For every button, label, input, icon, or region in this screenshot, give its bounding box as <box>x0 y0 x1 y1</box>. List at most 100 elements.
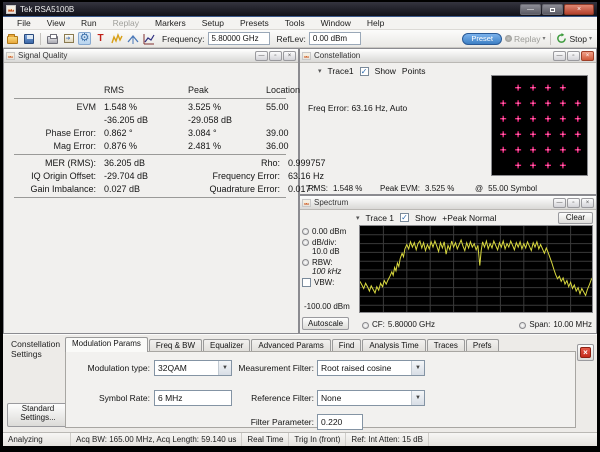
trigger-icon[interactable]: T <box>94 32 107 45</box>
close-button[interactable]: × <box>564 4 594 15</box>
reference-filter-label: Reference Filter: <box>226 393 314 403</box>
panel-maximize-button[interactable]: ▫ <box>269 51 282 61</box>
show-checkbox[interactable]: ✓ <box>400 213 409 222</box>
span-value[interactable]: 10.00 MHz <box>553 320 592 329</box>
at-symbol: @ <box>475 184 483 193</box>
cf-value[interactable]: 5.80000 GHz <box>388 320 435 329</box>
dbdiv-spinner-icon[interactable] <box>302 239 309 246</box>
signal-quality-title: Signal Quality <box>18 51 67 60</box>
panel-minimize-button[interactable]: — <box>553 198 566 208</box>
status-trig: Trig In (front) <box>289 433 346 446</box>
dbdiv-label: dB/div: <box>312 238 336 247</box>
signal-quality-table: RMS Peak Location EVM 1.548 % 3.525 % 55… <box>14 85 286 201</box>
restore-button[interactable] <box>542 4 563 15</box>
cf-spinner-icon[interactable] <box>362 322 369 329</box>
divider <box>14 154 286 155</box>
preset-button[interactable]: Preset <box>462 33 502 45</box>
show-checkbox[interactable]: ✓ <box>360 67 369 76</box>
top-ref-value[interactable]: 0.00 dBm <box>312 227 346 236</box>
span-spinner-icon[interactable] <box>519 322 526 329</box>
spectrum-panel: Spectrum — ▫ × ▾ Trace 1 ✓ Show +Peak No… <box>299 195 597 334</box>
reflev-input[interactable]: 0.00 dBm <box>309 32 361 45</box>
chevron-down-icon[interactable]: ▾ <box>318 67 322 75</box>
measurement-filter-select[interactable]: Root raised cosine ▼ <box>317 360 425 376</box>
panel-minimize-button[interactable]: — <box>553 51 566 61</box>
menu-tools[interactable]: Tools <box>277 18 313 28</box>
symbol-rate-input[interactable]: 6 MHz <box>154 390 232 406</box>
clear-button[interactable]: Clear <box>558 212 593 224</box>
trace-selector[interactable]: Trace 1 <box>366 213 395 223</box>
detector-label[interactable]: +Peak Normal <box>442 213 496 223</box>
settings-tabs: Modulation Params Freq & BW Equalizer Ad… <box>65 337 500 352</box>
standard-settings-button[interactable]: Standard Settings... <box>7 403 69 427</box>
menu-view[interactable]: View <box>39 18 73 28</box>
frequency-input[interactable]: 5.80000 GHz <box>208 32 270 45</box>
minimize-button[interactable]: — <box>520 4 541 15</box>
save-icon[interactable] <box>22 32 35 45</box>
constellation-titlebar[interactable]: Constellation — ▫ × <box>300 49 596 63</box>
constellation-footer: RMS: 1.548 % Peak EVM: 3.525 % @ 55.00 S… <box>308 184 592 193</box>
trace-selector[interactable]: Trace1 <box>328 66 354 76</box>
filter-parameter-input[interactable]: 0.220 <box>317 414 363 430</box>
open-file-icon[interactable] <box>6 32 19 45</box>
measurement-filter-label: Measurement Filter: <box>226 363 314 373</box>
chevron-down-icon[interactable]: ▾ <box>356 214 360 222</box>
status-ref-atten: Ref: Int Atten: 15 dB <box>346 433 429 446</box>
panel-maximize-button[interactable]: ▫ <box>567 51 580 61</box>
menu-presets[interactable]: Presets <box>232 18 277 28</box>
tab-modulation-params[interactable]: Modulation Params <box>65 337 148 352</box>
stop-dropdown-icon[interactable]: ▾ <box>589 35 592 42</box>
restore-icon <box>550 8 555 12</box>
stop-button[interactable]: Stop ▾ <box>556 33 592 44</box>
rbw-label: RBW: <box>312 258 333 267</box>
spectrum-body: 0.00 dBm dB/div: 10.0 dB <box>300 225 596 333</box>
menu-file[interactable]: File <box>9 18 39 28</box>
col-location: Location <box>266 85 300 95</box>
autoscale-button[interactable]: Autoscale <box>302 317 349 330</box>
settings-gear-icon[interactable]: ⚙ <box>78 32 91 45</box>
panel-close-button[interactable]: × <box>581 198 594 208</box>
dbdiv-value[interactable]: 10.0 dB <box>312 247 340 256</box>
reference-filter-select[interactable]: None ▼ <box>317 390 425 406</box>
panel-close-button[interactable]: × <box>283 51 296 61</box>
analysis-icon[interactable] <box>142 32 155 45</box>
vbw-checkbox[interactable]: ✓ <box>302 278 311 287</box>
stop-refresh-icon <box>556 33 567 44</box>
panel-close-button[interactable]: × <box>581 51 594 61</box>
signal-quality-titlebar[interactable]: Signal Quality — ▫ × <box>4 49 298 63</box>
rbw-spinner-icon[interactable] <box>302 259 309 266</box>
points-label[interactable]: Points <box>402 66 426 76</box>
rms-label: RMS: <box>308 184 328 193</box>
modulation-type-select[interactable]: 32QAM ▼ <box>154 360 232 376</box>
title-bar: Tek RSA5100B — × <box>3 2 597 17</box>
spectrum-plot[interactable] <box>359 225 593 313</box>
panel-maximize-button[interactable]: ▫ <box>567 198 580 208</box>
rbw-value[interactable]: 100 kHz <box>312 267 341 276</box>
menu-run[interactable]: Run <box>73 18 105 28</box>
col-peak: Peak <box>188 85 266 95</box>
freq-error-readout: Freq Error: 63.16 Hz, Auto <box>308 103 407 113</box>
constellation-plot[interactable] <box>491 75 588 176</box>
menu-setup[interactable]: Setup <box>194 18 232 28</box>
menu-help[interactable]: Help <box>359 18 392 28</box>
show-label: Show <box>415 213 436 223</box>
spectrum-title: Spectrum <box>314 198 348 207</box>
replay-dropdown-icon: ▾ <box>542 35 545 42</box>
print-icon[interactable] <box>46 32 59 45</box>
menu-markers[interactable]: Markers <box>147 18 194 28</box>
close-settings-button[interactable]: × <box>577 344 594 361</box>
menu-window[interactable]: Window <box>313 18 359 28</box>
panel-minimize-button[interactable]: — <box>255 51 268 61</box>
marker-icon[interactable] <box>126 32 139 45</box>
ref-level-spinner-icon[interactable] <box>302 228 309 235</box>
status-bar: Analyzing Acq BW: 165.00 MHz, Acq Length… <box>3 432 597 446</box>
panel-icon <box>302 199 311 207</box>
spectrum-display-icon[interactable] <box>110 32 123 45</box>
spectrum-titlebar[interactable]: Spectrum — ▫ × <box>300 196 596 210</box>
open-window-icon[interactable] <box>62 32 75 45</box>
filter-parameter-label: Filter Parameter: <box>226 417 314 427</box>
bottom-ref-value: -100.00 dBm <box>304 302 350 311</box>
app-window: Tek RSA5100B — × File View Run Replay Ma… <box>3 2 597 445</box>
modulation-params-panel: Modulation type: 32QAM ▼ Measurement Fil… <box>65 351 576 428</box>
reflev-label: RefLev: <box>277 34 306 44</box>
